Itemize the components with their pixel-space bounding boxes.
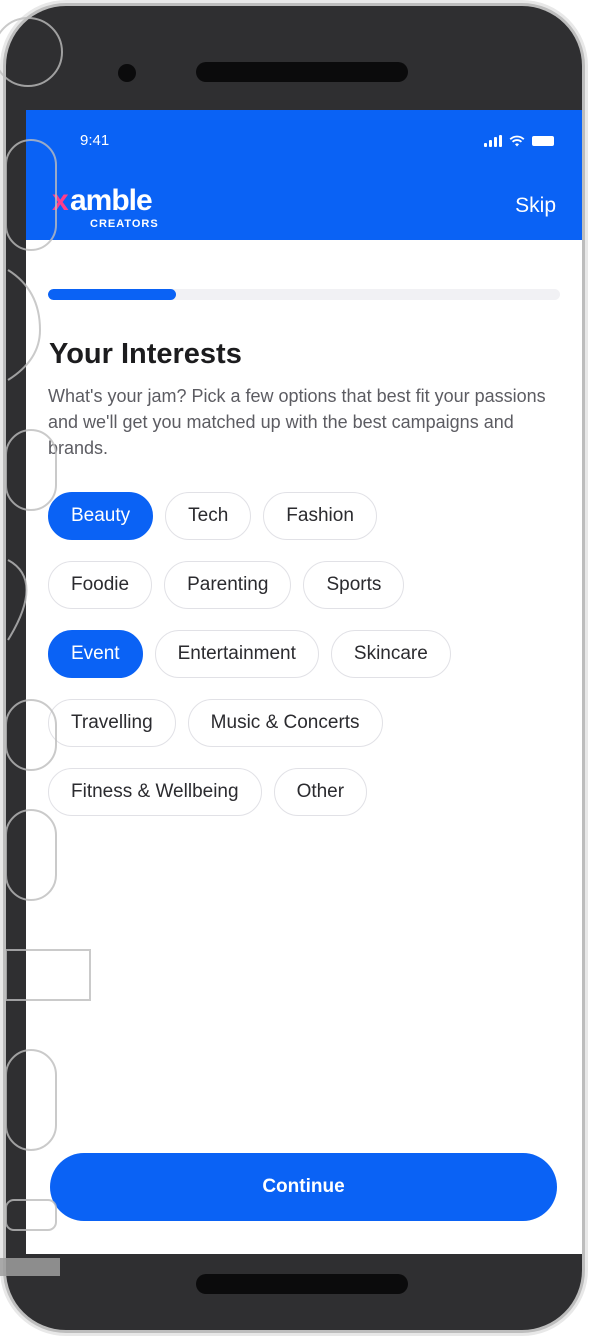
page-description: What's your jam? Pick a few options that… <box>48 386 546 458</box>
interest-chip-other[interactable]: Other <box>273 768 368 816</box>
continue-button[interactable]: Continue <box>50 1153 557 1221</box>
status-bar-time: 9:41 <box>80 132 110 149</box>
chip-row: Fitness & Wellbeing Other <box>48 768 568 816</box>
interest-chip-beauty[interactable]: Beauty <box>48 492 154 540</box>
interest-chip-sports[interactable]: Sports <box>303 561 405 609</box>
interest-chip-travelling[interactable]: Travelling <box>48 699 176 747</box>
xamble-creators-logo: x amble CREATORS <box>42 180 202 232</box>
interest-chip-parenting[interactable]: Parenting <box>164 561 292 609</box>
logo-subtitle: CREATORS <box>90 218 159 230</box>
app-header: 9:41 x amble CREATORS Skip <box>26 110 582 240</box>
onboarding-progress-bar <box>48 289 560 300</box>
interest-chip-tech[interactable]: Tech <box>165 492 252 540</box>
interest-chip-fitness-wellbeing[interactable]: Fitness & Wellbeing <box>48 768 262 816</box>
cellular-signal-icon <box>484 135 502 147</box>
chip-row: Beauty Tech Fashion <box>48 492 568 540</box>
interest-chip-fashion[interactable]: Fashion <box>263 492 377 540</box>
chip-row: Travelling Music & Concerts <box>48 699 568 747</box>
phone-device-frame: 9:41 x amble CREATORS Skip Your Interest… <box>6 6 582 1330</box>
skip-button[interactable]: Skip <box>515 194 556 218</box>
interest-chip-foodie[interactable]: Foodie <box>48 561 153 609</box>
status-bar-icons <box>484 134 554 148</box>
logo-wordmark: amble <box>70 184 153 217</box>
logo-x-mark: x <box>52 184 69 217</box>
interest-chip-event[interactable]: Event <box>48 630 143 678</box>
interest-chip-entertainment[interactable]: Entertainment <box>154 630 319 678</box>
chip-row: Event Entertainment Skincare <box>48 630 568 678</box>
wifi-icon <box>509 135 525 147</box>
bottom-speaker <box>196 1274 408 1294</box>
progress-bar-fill <box>48 289 176 300</box>
app-screen: 9:41 x amble CREATORS Skip Your Interest… <box>26 110 582 1254</box>
page-title: Your Interests <box>49 338 242 370</box>
interest-chip-list: Beauty Tech Fashion Foodie Parenting Spo… <box>48 492 568 837</box>
earpiece-speaker <box>196 62 408 82</box>
chip-row: Foodie Parenting Sports <box>48 561 568 609</box>
interest-chip-skincare[interactable]: Skincare <box>330 630 451 678</box>
front-camera <box>118 64 136 82</box>
battery-icon <box>532 136 554 146</box>
interest-chip-music-concerts[interactable]: Music & Concerts <box>187 699 383 747</box>
